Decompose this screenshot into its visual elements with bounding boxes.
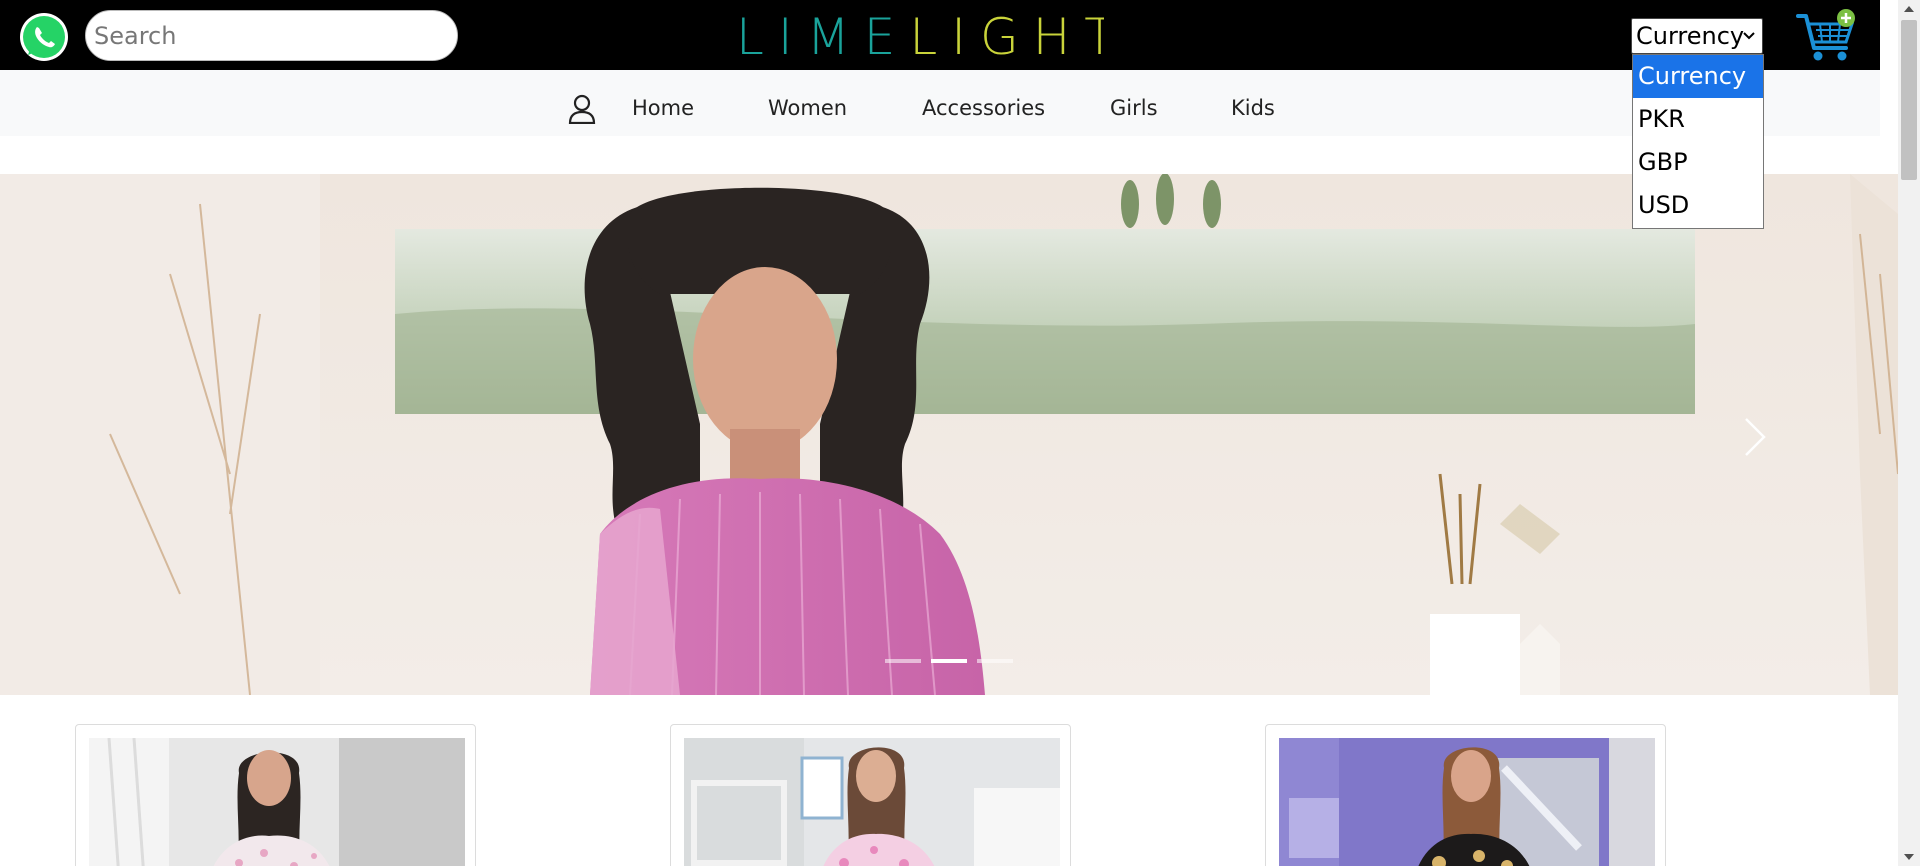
carousel-indicators (885, 659, 1015, 665)
chevron-down-icon (1743, 32, 1755, 40)
page: LIMELIGHT Currency Home W (0, 0, 1920, 866)
carousel-indicator[interactable] (977, 659, 1013, 663)
main-nav: Home Women Accessories Girls Kids (0, 70, 1880, 136)
nav-item-kids[interactable]: Kids (1231, 96, 1275, 120)
currency-select[interactable]: Currency (1631, 18, 1763, 54)
product-card[interactable] (1265, 724, 1666, 866)
scroll-up-icon[interactable] (1903, 4, 1915, 14)
brand-logo[interactable]: LIMELIGHT (736, 8, 1104, 60)
whatsapp-icon[interactable] (18, 11, 70, 63)
scrollbar-thumb[interactable] (1901, 20, 1917, 180)
cart-icon[interactable] (1796, 8, 1858, 66)
search-input[interactable] (85, 10, 458, 61)
product-image (1279, 738, 1655, 866)
top-header: LIMELIGHT Currency (0, 0, 1880, 70)
nav-item-home[interactable]: Home (632, 96, 694, 120)
user-icon[interactable] (568, 94, 596, 124)
nav-item-accessories[interactable]: Accessories (922, 96, 1045, 120)
currency-dropdown-list: Currency PKR GBP USD (1632, 54, 1764, 229)
product-card[interactable] (75, 724, 476, 866)
currency-select-value: Currency (1636, 22, 1745, 50)
product-image (684, 738, 1060, 866)
currency-option-pkr[interactable]: PKR (1633, 98, 1763, 141)
hero-banner-image (0, 174, 1898, 695)
nav-item-girls[interactable]: Girls (1110, 96, 1158, 120)
carousel-indicator-active[interactable] (931, 659, 967, 663)
chevron-right-icon[interactable] (1740, 415, 1770, 459)
product-card[interactable] (670, 724, 1071, 866)
page-scrollbar[interactable] (1898, 0, 1920, 866)
svg-text:LIMELIGHT: LIMELIGHT (736, 8, 1104, 60)
currency-option-currency[interactable]: Currency (1633, 55, 1763, 98)
currency-option-usd[interactable]: USD (1633, 184, 1763, 227)
nav-item-women[interactable]: Women (768, 96, 847, 120)
product-image (89, 738, 465, 866)
carousel-indicator[interactable] (885, 659, 921, 663)
currency-option-gbp[interactable]: GBP (1633, 141, 1763, 184)
hero-carousel (0, 174, 1898, 695)
scroll-down-icon[interactable] (1903, 852, 1915, 862)
